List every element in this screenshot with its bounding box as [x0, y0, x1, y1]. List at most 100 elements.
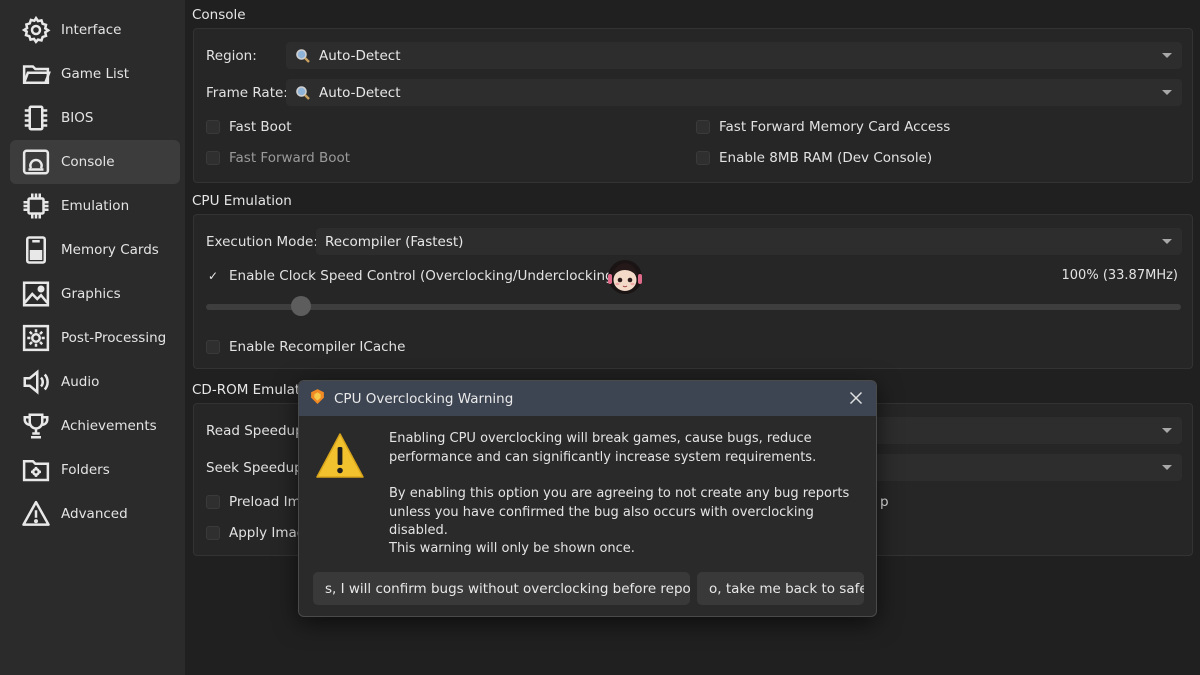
settings-sidebar: Interface Game List BIOS Console Emulati… — [0, 0, 185, 675]
read-speedup-label: Read Speedup: — [206, 423, 309, 439]
chip-icon — [20, 102, 52, 134]
sidebar-item-label: Memory Cards — [61, 242, 159, 258]
avatar — [605, 258, 645, 296]
section-title-cdrom: CD-ROM Emulati — [192, 382, 304, 398]
clock-speed-slider[interactable] — [206, 304, 1181, 310]
dialog-message-1: Enabling CPU overclocking will break gam… — [389, 431, 817, 465]
cancel-overclock-button[interactable]: o, take me back to safet — [697, 572, 864, 605]
chevron-down-icon — [1162, 465, 1172, 470]
warning-icon — [20, 498, 52, 530]
checkbox-box[interactable] — [206, 526, 220, 540]
sidebar-item-label: Console — [61, 154, 115, 170]
sidebar-item-label: Interface — [61, 22, 122, 38]
overclock-warning-dialog: CPU Overclocking Warning Enabling CPU ov… — [298, 380, 877, 617]
sun-icon — [20, 322, 52, 354]
image-icon — [20, 278, 52, 310]
sidebar-item-label: Graphics — [61, 286, 121, 302]
dialog-message-2: By enabling this option you are agreeing… — [389, 486, 850, 538]
confirm-overclock-button[interactable]: s, I will confirm bugs without overclock… — [313, 572, 690, 605]
cancel-overclock-button-label: o, take me back to safet — [709, 580, 864, 597]
dialog-message-3: This warning will only be shown once. — [389, 541, 635, 556]
framerate-value: Auto-Detect — [319, 84, 401, 101]
sidebar-item-memory-cards[interactable]: Memory Cards — [10, 228, 180, 272]
cpu-group: Execution Mode: Recompiler (Fastest) ✓ E… — [193, 214, 1193, 369]
sidebar-item-interface[interactable]: Interface — [10, 8, 180, 52]
warning-icon — [315, 431, 365, 485]
sidebar-item-audio[interactable]: Audio — [10, 360, 180, 404]
sidebar-item-label: Folders — [61, 462, 110, 478]
apply-image-label: Apply Imag — [229, 525, 306, 541]
checkbox-box[interactable] — [696, 120, 710, 134]
sidebar-item-post-processing[interactable]: Post-Processing — [10, 316, 180, 360]
console-group: Region: Auto-Detect Frame Rate: Auto-Det… — [193, 28, 1193, 183]
fast-forward-boot-label: Fast Forward Boot — [229, 150, 351, 166]
sidebar-item-label: Post-Processing — [61, 330, 167, 346]
sidebar-item-graphics[interactable]: Graphics — [10, 272, 180, 316]
gear-icon — [20, 14, 52, 46]
console-icon — [20, 146, 52, 178]
ff-memcard-label: Fast Forward Memory Card Access — [719, 119, 951, 135]
sidebar-item-game-list[interactable]: Game List — [10, 52, 180, 96]
fast-boot-label: Fast Boot — [229, 119, 292, 135]
exec-mode-value: Recompiler (Fastest) — [325, 233, 464, 250]
sidebar-item-label: Emulation — [61, 198, 130, 214]
speaker-icon — [20, 366, 52, 398]
sidebar-item-label: Game List — [61, 66, 130, 82]
checkbox-box[interactable] — [206, 120, 220, 134]
section-title-console: Console — [192, 7, 246, 23]
checkbox-box[interactable] — [206, 151, 220, 165]
magnifier-icon — [295, 85, 311, 101]
preload-image-checkbox[interactable]: Preload Ima — [206, 494, 309, 510]
fast-forward-boot-checkbox[interactable]: Fast Forward Boot — [206, 150, 350, 166]
confirm-overclock-button-label: s, I will confirm bugs without overclock… — [325, 580, 690, 597]
icache-label: Enable Recompiler ICache — [229, 339, 406, 355]
exec-mode-select[interactable]: Recompiler (Fastest) — [316, 228, 1182, 255]
ff-memcard-checkbox[interactable]: Fast Forward Memory Card Access — [696, 119, 950, 135]
clock-speed-value: 100% (33.87MHz) — [1061, 268, 1178, 283]
sidebar-item-advanced[interactable]: Advanced — [10, 492, 180, 536]
folder-icon — [20, 58, 52, 90]
cpu-icon — [20, 190, 52, 222]
icache-checkbox[interactable]: Enable Recompiler ICache — [206, 339, 405, 355]
fast-boot-checkbox[interactable]: Fast Boot — [206, 119, 292, 135]
enable-8mb-checkbox[interactable]: Enable 8MB RAM (Dev Console) — [696, 150, 932, 166]
chevron-down-icon — [1162, 428, 1172, 433]
chevron-down-icon — [1162, 53, 1172, 58]
checkbox-box[interactable] — [696, 151, 710, 165]
sidebar-item-bios[interactable]: BIOS — [10, 96, 180, 140]
memory-card-icon — [20, 234, 52, 266]
chevron-down-icon — [1162, 239, 1172, 244]
checkmark-icon[interactable]: ✓ — [206, 269, 220, 283]
clock-speed-checkbox[interactable]: ✓ Enable Clock Speed Control (Overclocki… — [206, 268, 619, 284]
checkbox-box[interactable] — [206, 340, 220, 354]
sidebar-item-label: Audio — [61, 374, 100, 390]
framerate-select[interactable]: Auto-Detect — [286, 79, 1182, 106]
trophy-icon — [20, 410, 52, 442]
region-label: Region: — [206, 48, 257, 64]
sidebar-item-folders[interactable]: Folders — [10, 448, 180, 492]
seek-speedup-label: Seek Speedup: — [206, 460, 308, 476]
sidebar-item-achievements[interactable]: Achievements — [10, 404, 180, 448]
sidebar-item-label: Advanced — [61, 506, 128, 522]
enable-8mb-label: Enable 8MB RAM (Dev Console) — [719, 150, 933, 166]
clock-speed-label: Enable Clock Speed Control (Overclocking… — [229, 268, 619, 284]
folder-gear-icon — [20, 454, 52, 486]
app-logo-icon — [309, 388, 326, 409]
section-title-cpu: CPU Emulation — [192, 193, 292, 209]
sidebar-item-emulation[interactable]: Emulation — [10, 184, 180, 228]
checkbox-box[interactable] — [206, 495, 220, 509]
sidebar-item-console[interactable]: Console — [10, 140, 180, 184]
close-icon[interactable] — [848, 390, 864, 406]
chevron-down-icon — [1162, 90, 1172, 95]
dialog-title: CPU Overclocking Warning — [334, 390, 514, 407]
cdrom-option-fragment: p — [880, 494, 889, 510]
region-value: Auto-Detect — [319, 47, 401, 64]
region-select[interactable]: Auto-Detect — [286, 42, 1182, 69]
exec-mode-label: Execution Mode: — [206, 234, 318, 250]
clock-speed-slider-handle[interactable] — [291, 296, 311, 316]
sidebar-item-label: Achievements — [61, 418, 157, 434]
apply-image-checkbox[interactable]: Apply Imag — [206, 525, 305, 541]
sidebar-item-label: BIOS — [61, 110, 94, 126]
dialog-titlebar[interactable]: CPU Overclocking Warning — [299, 381, 876, 416]
magnifier-icon — [295, 48, 311, 64]
